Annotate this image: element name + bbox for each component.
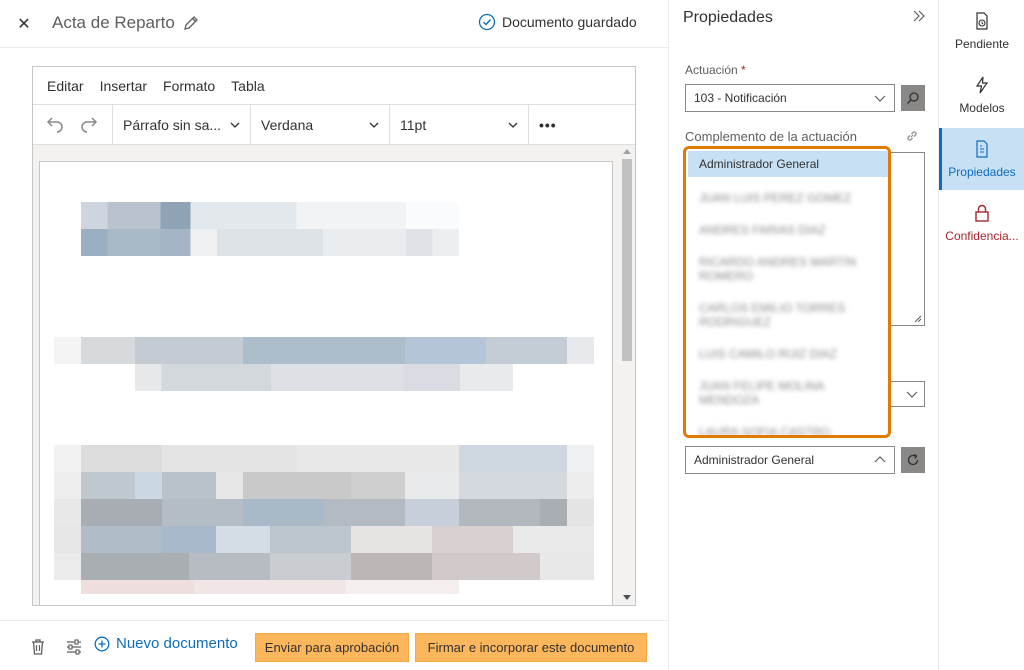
rich-text-editor: Editar Insertar Formato Tabla Párrafo si… — [32, 66, 636, 606]
scroll-up-icon[interactable] — [623, 148, 631, 154]
rail-item-propiedades[interactable]: Propiedades — [939, 128, 1024, 190]
redacted-text — [54, 337, 594, 364]
dropdown-option[interactable]: JUAN FELIPE MOLINA MENDOZA — [688, 373, 888, 413]
editor-scrollbar[interactable] — [619, 145, 635, 605]
menu-tabla[interactable]: Tabla — [231, 78, 264, 94]
save-status-text: Documento guardado — [502, 14, 637, 30]
actuacion-label-text: Actuación — [685, 63, 738, 77]
more-options-button[interactable]: ••• — [529, 105, 567, 144]
collapse-panel-icon[interactable] — [911, 8, 931, 28]
rail-item-confidencialidad[interactable]: Confidencia... — [939, 192, 1024, 254]
complemento-label: Complemento de la actuación — [685, 129, 857, 144]
paragraph-style-value: Párrafo sin sa... — [123, 116, 222, 133]
dropdown-option[interactable]: LAURA SOFIA CASTRO — [688, 419, 888, 435]
actuacion-label: Actuación * — [685, 63, 746, 77]
redacted-text — [54, 526, 594, 553]
redacted-text — [81, 580, 459, 594]
lock-icon — [975, 204, 989, 222]
rail-item-modelos[interactable]: Modelos — [939, 64, 1024, 126]
chevron-up-icon — [874, 456, 886, 463]
dropdown-option[interactable]: JUAN LUIS PEREZ GOMEZ — [688, 185, 888, 211]
chevron-down-icon — [369, 122, 379, 128]
save-status: Documento guardado — [478, 13, 637, 31]
lightning-icon — [975, 76, 989, 94]
actuacion-select[interactable]: 103 - Notificación — [685, 84, 895, 112]
font-family-select[interactable]: Verdana — [251, 105, 390, 144]
redacted-text — [135, 364, 513, 391]
rail-label: Propiedades — [948, 165, 1016, 179]
refresh-button[interactable] — [901, 447, 925, 473]
font-family-value: Verdana — [261, 116, 314, 133]
document-page[interactable] — [39, 161, 613, 605]
required-mark: * — [741, 63, 746, 77]
pencil-icon[interactable] — [182, 14, 202, 34]
redacted-text — [54, 472, 594, 499]
redo-icon[interactable] — [79, 113, 99, 136]
dropdown-option[interactable]: RICARDO ANDRES MARTIN ROMERO — [688, 249, 888, 289]
redacted-text — [54, 499, 594, 526]
rail-label: Pendiente — [954, 37, 1010, 51]
editor-menubar: Editar Insertar Formato Tabla — [33, 67, 635, 105]
rail-label: Modelos — [959, 101, 1005, 115]
menu-formato[interactable]: Formato — [163, 78, 215, 94]
editor-toolbar: Párrafo sin sa... Verdana 11pt ••• — [33, 105, 635, 145]
settings-sliders-icon[interactable] — [64, 637, 86, 659]
rail-label: Confidencia... — [945, 229, 1019, 243]
document-properties-icon — [976, 140, 988, 158]
chevron-down-icon — [230, 122, 240, 128]
scrollbar-thumb[interactable] — [622, 159, 632, 361]
chevron-down-icon — [906, 391, 918, 398]
check-circle-icon — [478, 13, 496, 31]
editor-canvas — [33, 145, 635, 605]
redacted-text — [54, 445, 594, 472]
rail-item-pendiente[interactable]: Pendiente — [939, 0, 1024, 62]
dropdown-option[interactable]: LUIS CAMILO RUIZ DIAZ — [688, 341, 888, 367]
redacted-text — [81, 202, 459, 229]
properties-panel: Propiedades Actuación * 103 - Notificaci… — [668, 0, 938, 670]
document-title: Acta de Reparto — [52, 13, 175, 32]
menu-insertar[interactable]: Insertar — [100, 78, 147, 94]
send-for-approval-button[interactable]: Enviar para aprobación — [255, 633, 409, 662]
panel-title: Propiedades — [683, 9, 773, 26]
trash-icon[interactable] — [28, 637, 50, 659]
undo-icon[interactable] — [45, 113, 65, 136]
dropdown-option[interactable]: Administrador General — [688, 151, 888, 177]
link-icon[interactable] — [905, 129, 921, 145]
actuacion-value: 103 - Notificación — [694, 91, 787, 105]
new-document-button[interactable]: Nuevo documento — [94, 635, 238, 652]
resize-handle-icon[interactable] — [914, 315, 922, 323]
scroll-down-icon[interactable] — [623, 595, 631, 601]
redacted-text — [81, 229, 459, 256]
secondary-select[interactable] — [885, 381, 925, 407]
chevron-down-icon — [874, 95, 886, 102]
sign-and-incorporate-button[interactable]: Firmar e incorporar este documento — [415, 633, 647, 662]
pending-document-icon — [976, 12, 988, 30]
right-rail: Pendiente Modelos Propiedades Confidenci… — [938, 0, 1024, 670]
new-document-label: Nuevo documento — [116, 635, 238, 652]
refresh-icon — [907, 453, 919, 466]
plus-circle-icon — [94, 636, 110, 651]
menu-editar[interactable]: Editar — [47, 78, 84, 94]
chevron-down-icon — [508, 122, 518, 128]
dropdown-option[interactable]: ANDRES FARIAS DIAZ — [688, 217, 888, 243]
dropdown-option[interactable]: CARLOS EMILIO TORRES RODRIGUEZ — [688, 295, 888, 335]
paragraph-style-select[interactable]: Párrafo sin sa... — [113, 105, 251, 144]
editor-header: ✕ Acta de Reparto Documento guardado — [0, 0, 668, 48]
search-button[interactable] — [901, 85, 925, 111]
assignee-dropdown-list[interactable]: Administrador General JUAN LUIS PEREZ GO… — [683, 146, 891, 438]
assignee-value: Administrador General — [694, 453, 815, 467]
redacted-text — [54, 553, 594, 580]
close-icon[interactable]: ✕ — [12, 12, 36, 36]
search-icon — [906, 92, 919, 105]
assignee-select[interactable]: Administrador General — [685, 446, 895, 474]
font-size-select[interactable]: 11pt — [390, 105, 529, 144]
complemento-textarea[interactable] — [885, 152, 925, 326]
font-size-value: 11pt — [400, 116, 427, 133]
dropdown-options: Administrador General JUAN LUIS PEREZ GO… — [688, 151, 888, 435]
editor-footer: Nuevo documento Enviar para aprobación F… — [0, 620, 668, 670]
